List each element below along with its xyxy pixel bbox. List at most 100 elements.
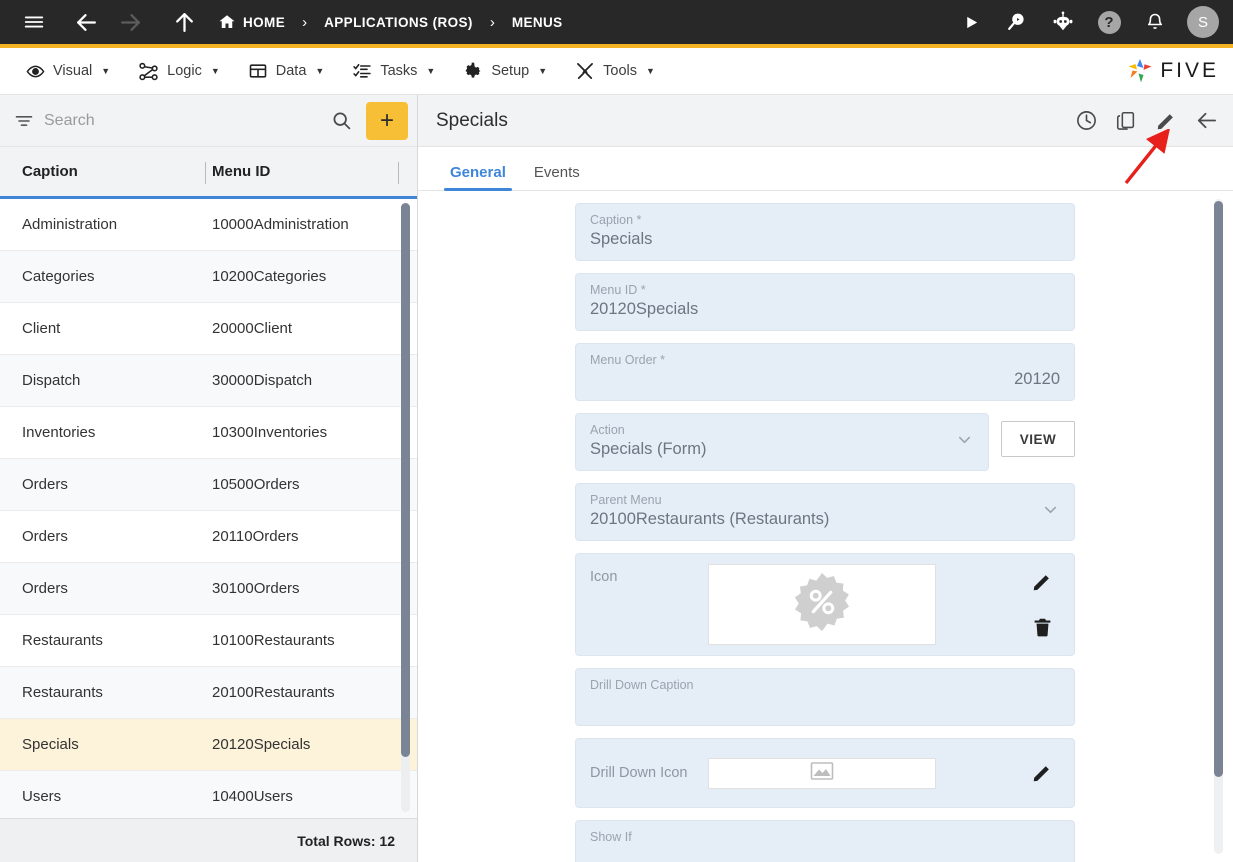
field-value bbox=[590, 695, 1060, 715]
trash-icon[interactable] bbox=[1030, 616, 1054, 640]
chevron-down-icon: ▼ bbox=[538, 66, 548, 76]
menu-item-data[interactable]: Data ▼ bbox=[234, 48, 339, 94]
field-menu-id[interactable]: Menu ID * 20120Specials bbox=[575, 273, 1075, 331]
logo-text: FIVE bbox=[1160, 59, 1219, 82]
edit-pencil-icon[interactable] bbox=[1153, 108, 1179, 134]
form-scrollbar-thumb[interactable] bbox=[1214, 201, 1223, 778]
tab-general[interactable]: General bbox=[436, 164, 520, 191]
filter-icon[interactable] bbox=[14, 111, 34, 131]
table-row[interactable]: Dispatch 30000Dispatch bbox=[0, 355, 417, 407]
cell-menu-id: 10500Orders bbox=[212, 476, 300, 493]
table-row[interactable]: Inventories 10300Inventories bbox=[0, 407, 417, 459]
chevron-down-icon[interactable] bbox=[1041, 500, 1060, 524]
menu-label: Visual bbox=[53, 63, 93, 79]
table-row[interactable]: Users 10400Users bbox=[0, 771, 417, 818]
hamburger-menu-icon[interactable] bbox=[14, 2, 54, 42]
field-label: Menu Order * bbox=[590, 353, 666, 367]
field-action[interactable]: Action Specials (Form) bbox=[575, 413, 989, 471]
back-arrow-icon[interactable] bbox=[1193, 108, 1219, 134]
table-row[interactable]: Orders 30100Orders bbox=[0, 563, 417, 615]
menu-item-logic[interactable]: Logic ▼ bbox=[124, 48, 234, 94]
breadcrumb-item-menus[interactable]: MENUS bbox=[508, 15, 567, 30]
field-value bbox=[590, 847, 1060, 862]
field-caption[interactable]: Caption * Specials bbox=[575, 203, 1075, 261]
notifications-bell-icon[interactable] bbox=[1135, 2, 1175, 42]
nav-forward-icon[interactable] bbox=[110, 2, 150, 42]
chevron-down-icon: ▼ bbox=[210, 66, 220, 76]
cell-menu-id: 10100Restaurants bbox=[212, 632, 335, 649]
table-row[interactable]: Specials 20120Specials bbox=[0, 719, 417, 771]
table-row[interactable]: Client 20000Client bbox=[0, 303, 417, 355]
nav-back-icon[interactable] bbox=[66, 2, 106, 42]
search-icon[interactable] bbox=[331, 110, 352, 131]
breadcrumb-item-applications[interactable]: APPLICATIONS (ROS) bbox=[320, 15, 477, 30]
page-title: Specials bbox=[436, 109, 508, 131]
edit-pencil-icon[interactable] bbox=[1030, 761, 1054, 785]
five-pinwheel-icon bbox=[1128, 59, 1152, 83]
add-record-button[interactable]: + bbox=[366, 101, 408, 140]
copy-icon[interactable] bbox=[1113, 108, 1139, 134]
field-value: Specials (Form) bbox=[590, 440, 707, 458]
detail-tabs: General Events bbox=[418, 147, 1233, 191]
total-rows-label: Total Rows: 12 bbox=[297, 832, 395, 849]
field-menu-order[interactable]: Menu Order * 20120 bbox=[575, 343, 1075, 401]
edit-pencil-icon[interactable] bbox=[1030, 570, 1054, 594]
view-button[interactable]: VIEW bbox=[1001, 421, 1075, 457]
search-input[interactable] bbox=[44, 111, 321, 130]
detail-panel: Specials General Events Caption * Specia… bbox=[418, 95, 1233, 862]
help-glyph: ? bbox=[1097, 10, 1121, 34]
sidebar-list-panel: + Caption Menu ID Administration 10000Adm… bbox=[0, 95, 418, 862]
search-run-icon[interactable] bbox=[997, 2, 1037, 42]
chevron-down-icon: ▼ bbox=[426, 66, 436, 76]
drill-down-icon-box[interactable] bbox=[708, 757, 936, 789]
column-header-menu-id[interactable]: Menu ID bbox=[192, 163, 417, 180]
history-clock-icon[interactable] bbox=[1073, 108, 1099, 134]
tab-events[interactable]: Events bbox=[520, 164, 594, 190]
table-row[interactable]: Orders 10500Orders bbox=[0, 459, 417, 511]
image-placeholder-icon bbox=[810, 761, 834, 786]
menu-item-tools[interactable]: Tools ▼ bbox=[561, 48, 669, 94]
field-label: Parent Menu bbox=[590, 493, 662, 507]
breadcrumb-label: HOME bbox=[243, 14, 286, 30]
top-navigation-bar: HOME › APPLICATIONS (ROS) › MENUS ? S bbox=[0, 0, 1233, 48]
run-icon[interactable] bbox=[951, 2, 991, 42]
help-icon[interactable]: ? bbox=[1089, 2, 1129, 42]
sidebar-scrollbar-thumb[interactable] bbox=[401, 203, 410, 758]
column-header-caption[interactable]: Caption bbox=[22, 163, 192, 180]
menu-item-setup[interactable]: Setup ▼ bbox=[449, 48, 561, 94]
form-scrollbar-track[interactable] bbox=[1214, 199, 1223, 854]
sidebar-scrollbar-track[interactable] bbox=[401, 203, 410, 812]
field-show-if[interactable]: Show If bbox=[575, 820, 1075, 862]
field-drill-down-icon: Drill Down Icon bbox=[575, 738, 1075, 808]
percent-badge-icon bbox=[791, 571, 853, 638]
cell-caption: Dispatch bbox=[22, 372, 81, 389]
table-row[interactable]: Categories 10200Categories bbox=[0, 251, 417, 303]
table-grid-icon bbox=[248, 61, 268, 81]
menu-item-tasks[interactable]: Tasks ▼ bbox=[338, 48, 449, 94]
detail-header: Specials bbox=[418, 95, 1233, 147]
field-drill-down-caption[interactable]: Drill Down Caption bbox=[575, 668, 1075, 726]
avatar[interactable]: S bbox=[1187, 6, 1219, 38]
menu-item-visual[interactable]: Visual ▼ bbox=[12, 48, 124, 94]
table-row[interactable]: Orders 20110Orders bbox=[0, 511, 417, 563]
table-row[interactable]: Restaurants 10100Restaurants bbox=[0, 615, 417, 667]
action-field-row: Action Specials (Form) VIEW bbox=[575, 413, 1075, 483]
icon-field-actions bbox=[1030, 570, 1060, 640]
field-label: Menu ID * bbox=[590, 283, 646, 297]
icon-preview-box[interactable] bbox=[708, 564, 936, 645]
form-fields: Caption * Specials Menu ID * 20120Specia… bbox=[575, 203, 1075, 862]
nav-up-icon[interactable] bbox=[164, 2, 204, 42]
table-row[interactable]: Administration 10000Administration bbox=[0, 199, 417, 251]
five-logo: FIVE bbox=[1125, 57, 1219, 85]
chevron-down-icon: ▼ bbox=[646, 66, 655, 76]
table-body[interactable]: Administration 10000Administration Categor… bbox=[0, 199, 417, 818]
field-label: Drill Down Caption bbox=[590, 678, 694, 692]
chevron-down-icon[interactable] bbox=[955, 430, 974, 454]
table-row[interactable]: Restaurants 20100Restaurants bbox=[0, 667, 417, 719]
breadcrumb-item-home[interactable]: HOME bbox=[214, 13, 289, 31]
menu-label: Data bbox=[275, 63, 307, 79]
application-window: HOME › APPLICATIONS (ROS) › MENUS ? S Vi… bbox=[0, 0, 1233, 862]
robot-icon[interactable] bbox=[1043, 2, 1083, 42]
form-scroll-area: Caption * Specials Menu ID * 20120Specia… bbox=[418, 191, 1233, 862]
field-parent-menu[interactable]: Parent Menu 20100Restaurants (Restaurant… bbox=[575, 483, 1075, 541]
